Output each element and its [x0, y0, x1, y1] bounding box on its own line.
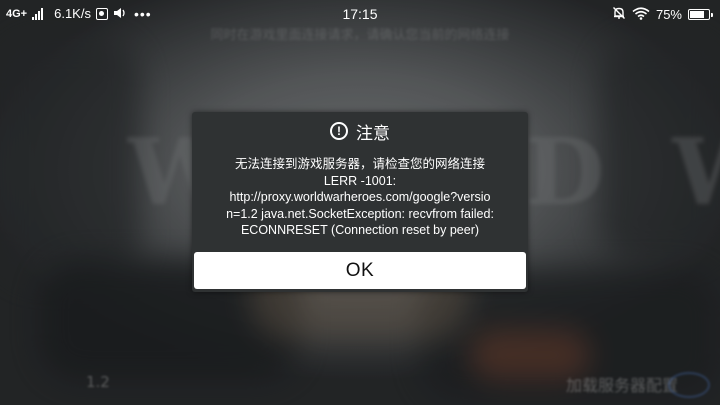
- alert-circle-icon: !: [330, 122, 348, 140]
- battery-icon: [688, 9, 713, 20]
- message-line: ECONNRESET (Connection reset by peer): [240, 223, 480, 237]
- message-line: http://proxy.worldwarheroes.com/google?v…: [229, 190, 491, 204]
- alarm-off-icon: [612, 6, 626, 23]
- dialog-title: 注意: [356, 123, 390, 144]
- message-line: 无法连接到游戏服务器，请检查您的网络连接: [234, 157, 485, 171]
- dialog-message: 无法连接到游戏服务器，请检查您的网络连接 LERR -1001: http://…: [202, 156, 518, 239]
- battery-percent: 75%: [655, 7, 682, 22]
- ok-button[interactable]: OK: [194, 252, 526, 289]
- message-line: LERR -1001:: [323, 173, 397, 188]
- battery-fill: [690, 11, 704, 18]
- message-line: n=1.2 java.net.SocketException: recvfrom…: [226, 206, 494, 221]
- wifi-icon: [632, 6, 650, 23]
- dialog-header: ! 注意: [192, 118, 528, 144]
- status-bar: 4G+ 6.1K/s ••• 17:15 75%: [0, 0, 720, 28]
- status-bar-right: 75%: [612, 6, 713, 23]
- error-dialog: ! 注意 无法连接到游戏服务器，请检查您的网络连接 LERR -1001: ht…: [192, 112, 528, 292]
